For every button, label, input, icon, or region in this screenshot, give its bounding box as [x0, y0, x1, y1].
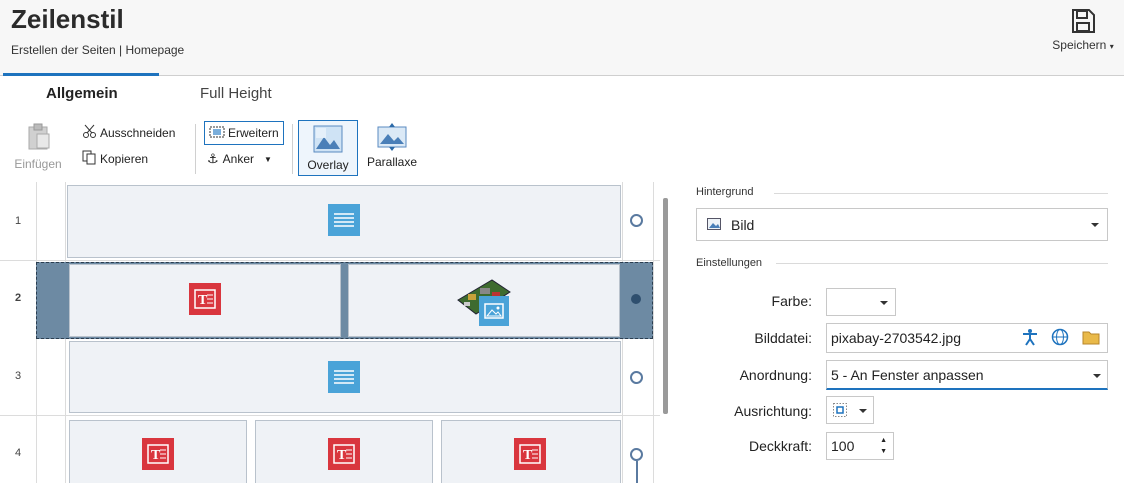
chevron-down-icon	[880, 301, 888, 305]
svg-text:T: T	[523, 448, 533, 463]
image-icon	[707, 217, 721, 233]
stepper-down-icon[interactable]: ▼	[880, 447, 887, 457]
paste-button[interactable]: Einfügen	[12, 122, 64, 171]
row-connector-line	[636, 461, 638, 483]
opacity-value: 100	[831, 438, 855, 454]
parallax-label: Parallaxe	[366, 155, 418, 169]
parallax-button[interactable]: Parallaxe	[366, 122, 418, 169]
overlay-label: Overlay	[307, 157, 349, 172]
ribbon-separator	[292, 124, 293, 174]
align-center-icon	[833, 403, 847, 420]
chevron-down-icon	[1093, 374, 1101, 378]
background-type-select[interactable]: Bild	[696, 208, 1108, 241]
cut-button[interactable]: Ausschneiden	[82, 124, 175, 142]
overlay-icon	[313, 125, 343, 156]
row-number: 3	[14, 370, 22, 382]
row-grid: 1 2 T 3 4 T T T	[0, 182, 680, 483]
anchor-label: Anker	[222, 152, 255, 166]
scissors-icon	[82, 124, 97, 142]
expand-button[interactable]: Erweitern	[204, 121, 284, 145]
image-block-icon	[479, 296, 509, 326]
overlay-button[interactable]: Overlay	[298, 120, 358, 176]
image-file-label: Bilddatei:	[754, 330, 812, 346]
globe-icon[interactable]	[1051, 328, 1069, 351]
ribbon-separator	[195, 124, 196, 174]
page-title: Zeilenstil	[11, 4, 124, 34]
row-divider	[0, 260, 660, 261]
row-4-select-radio[interactable]	[630, 448, 643, 461]
row-number: 2	[14, 292, 22, 304]
header: Zeilenstil Erstellen der Seiten | Homepa…	[0, 0, 1124, 76]
title-text-block-icon: T	[328, 438, 360, 470]
row-1-select-radio[interactable]	[630, 214, 643, 227]
svg-text:T: T	[198, 293, 208, 308]
arrangement-value: 5 - An Fenster anpassen	[831, 366, 984, 383]
copy-button[interactable]: Kopieren	[82, 150, 148, 168]
save-label: Speichern ▾	[1052, 38, 1114, 52]
chevron-down-icon: ▼	[264, 154, 272, 164]
properties-panel: Hintergrund Bild Einstellungen Farbe: Bi…	[680, 182, 1124, 483]
row-divider	[0, 415, 660, 416]
tab-bar: Allgemein Full Height	[0, 77, 1124, 110]
cut-label: Ausschneiden	[100, 126, 176, 140]
paste-label: Einfügen	[14, 157, 62, 171]
settings-section-heading: Einstellungen	[696, 257, 763, 269]
background-section-heading: Hintergrund	[696, 186, 754, 198]
row-number: 4	[14, 447, 22, 459]
arrangement-label: Anordnung:	[739, 367, 812, 383]
svg-text:T: T	[151, 448, 161, 463]
chevron-down-icon: ▾	[1109, 42, 1114, 51]
row-number: 1	[14, 215, 22, 227]
title-text-block-icon: T	[514, 438, 546, 470]
tab-full-height[interactable]: Full Height	[200, 85, 272, 102]
color-label: Farbe:	[771, 293, 812, 309]
color-picker[interactable]	[826, 288, 896, 316]
text-block-icon	[328, 204, 360, 236]
chevron-down-icon	[1091, 223, 1099, 227]
row-3-select-radio[interactable]	[630, 371, 643, 384]
opacity-label: Deckkraft:	[748, 438, 812, 454]
parallax-icon	[377, 122, 407, 155]
tab-allgemein[interactable]: Allgemein	[46, 85, 118, 102]
clipboard-icon	[23, 122, 53, 155]
title-text-block-icon: T	[189, 283, 221, 315]
app-window: Zeilenstil Erstellen der Seiten | Homepa…	[0, 0, 1124, 483]
section-divider	[776, 263, 1108, 264]
alignment-label: Ausrichtung:	[734, 403, 812, 419]
expand-icon	[209, 126, 225, 141]
row-2-select-radio[interactable]	[631, 294, 641, 304]
alignment-picker[interactable]	[826, 396, 874, 424]
image-file-value: pixabay-2703542.jpg	[831, 330, 961, 346]
header-accent-bar	[3, 73, 159, 76]
grid-scrollbar[interactable]	[663, 198, 668, 414]
copy-icon	[82, 150, 97, 168]
svg-text:T: T	[337, 448, 347, 463]
arrangement-select[interactable]: 5 - An Fenster anpassen	[826, 360, 1108, 390]
section-divider	[774, 193, 1108, 194]
stepper-up-icon[interactable]: ▲	[880, 436, 887, 446]
grid-line	[653, 182, 654, 483]
anchor-button[interactable]: ⚓ Anker ▼	[207, 151, 272, 167]
save-icon	[1050, 8, 1116, 34]
background-type-value: Bild	[731, 216, 755, 233]
chevron-down-icon	[859, 409, 867, 413]
text-block-icon	[328, 361, 360, 393]
save-button[interactable]: Speichern ▾	[1050, 8, 1116, 52]
opacity-stepper[interactable]: 100 ▲ ▼	[826, 432, 894, 460]
accessibility-icon[interactable]	[1021, 328, 1039, 351]
anchor-icon: ⚓	[207, 151, 219, 166]
ribbon-toolbar: Einfügen Ausschneiden Kopieren Erweitern…	[0, 110, 1124, 182]
breadcrumb: Erstellen der Seiten | Homepage	[11, 43, 185, 57]
folder-icon[interactable]	[1082, 329, 1100, 350]
expand-label: Erweitern	[228, 126, 279, 140]
copy-label: Kopieren	[100, 152, 149, 166]
title-text-block-icon: T	[142, 438, 174, 470]
